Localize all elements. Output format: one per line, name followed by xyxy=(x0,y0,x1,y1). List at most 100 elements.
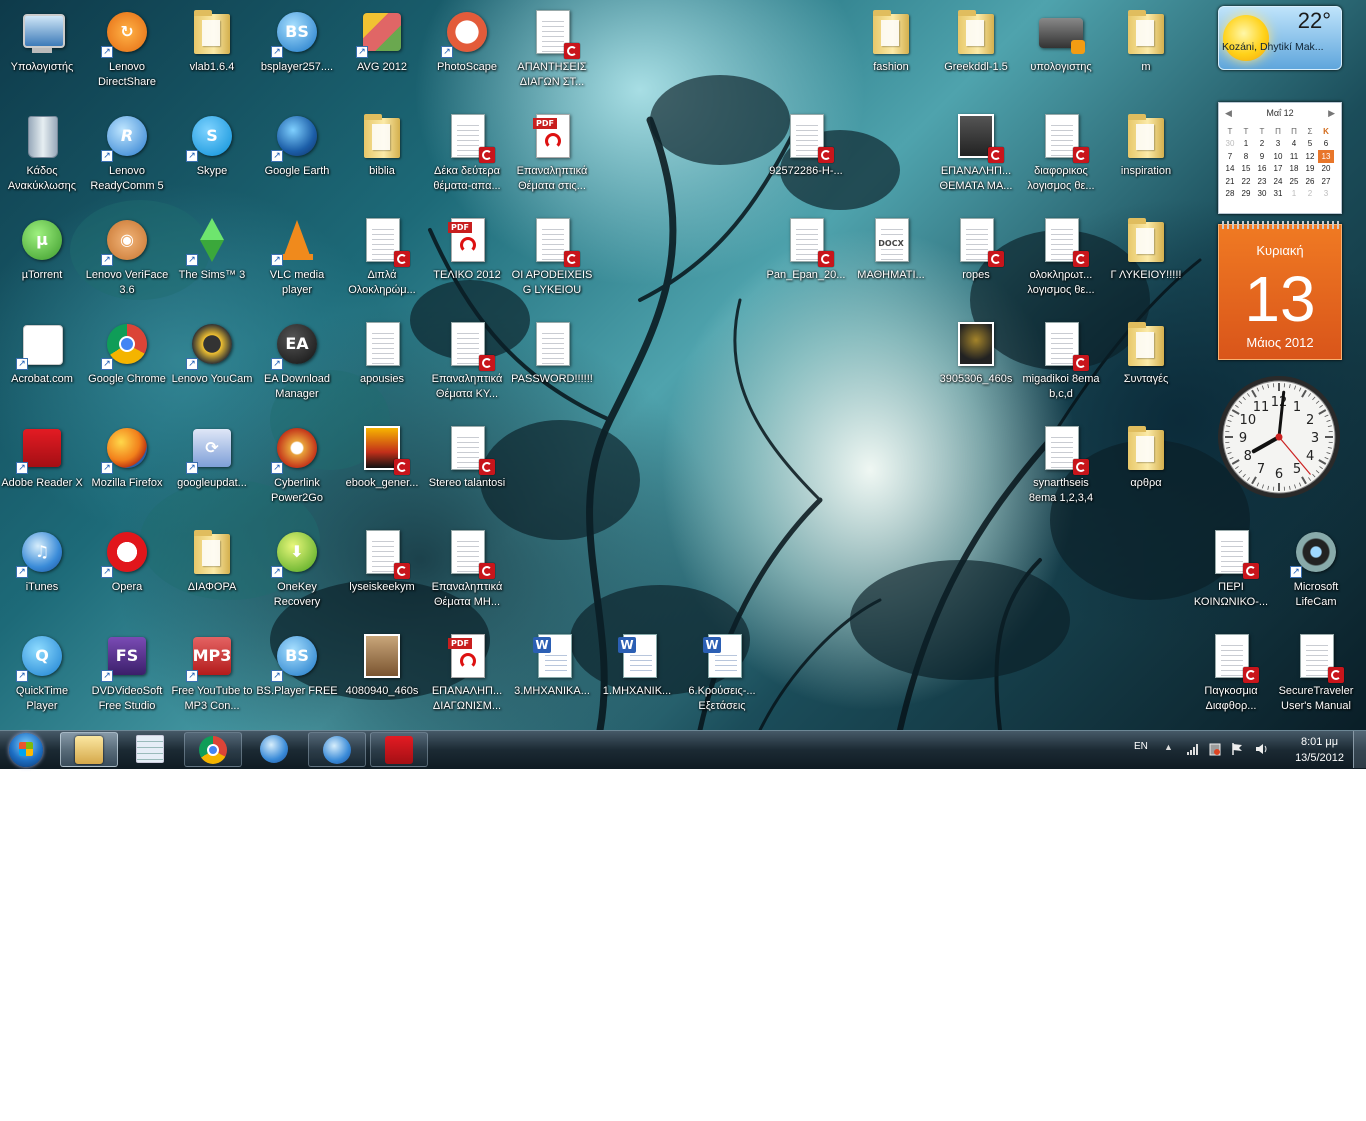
calendar-day-gadget[interactable]: Κυριακή 13 Μάιος 2012 xyxy=(1218,221,1342,360)
calendar-day[interactable]: 2 xyxy=(1254,138,1270,151)
show-desktop-button[interactable] xyxy=(1353,731,1366,768)
desktop-icon[interactable]: BS ↗ BS.Player FREE xyxy=(255,632,339,699)
desktop-icon[interactable]: FS ↗ DVDVideoSoft Free Studio xyxy=(85,632,169,714)
next-month-arrow-icon[interactable]: ▶ xyxy=(1328,108,1335,119)
calendar-day[interactable]: 13 xyxy=(1318,150,1334,163)
desktop-icon[interactable]: ↗ Lenovo YouCam xyxy=(170,320,254,387)
weather-gadget[interactable]: 22° Kozáni, Dhytikí Mak... xyxy=(1218,6,1342,70)
start-button[interactable] xyxy=(4,732,48,768)
calendar-day[interactable]: 26 xyxy=(1302,175,1318,188)
desktop-icon[interactable]: inspiration xyxy=(1104,112,1188,179)
action-center-flag-icon[interactable] xyxy=(1230,742,1244,756)
desktop-icon[interactable]: Υπολογιστής xyxy=(0,8,84,75)
desktop-icon[interactable]: Stereo talantosi xyxy=(425,424,509,491)
calendar-day[interactable]: 18 xyxy=(1286,163,1302,176)
calendar-day[interactable]: 15 xyxy=(1238,163,1254,176)
desktop-icon[interactable]: ΠΕΡΙ ΚΟΙΝΩΝΙΚΟ-... xyxy=(1189,528,1273,610)
calendar-day[interactable]: 9 xyxy=(1254,150,1270,163)
desktop-icon[interactable]: SecureTraveler User's Manual xyxy=(1274,632,1358,714)
desktop-icon[interactable]: Επαναληπτικά Θέματα στις... xyxy=(510,112,594,194)
desktop-icon[interactable]: ΕΠΑΝΑΛΗΠ... ΘΕΜΑΤΑ ΜΑ... xyxy=(934,112,1018,194)
desktop-icon[interactable]: ↗ VLC media player xyxy=(255,216,339,298)
calendar-day[interactable]: 27 xyxy=(1318,175,1334,188)
taskbar-button-calculator[interactable] xyxy=(122,732,180,767)
desktop-icon[interactable]: ropes xyxy=(934,216,1018,283)
desktop-icon[interactable]: Επαναληπτικά Θέματα ΜΗ... xyxy=(425,528,509,610)
desktop-icon[interactable]: lyseiskeekym xyxy=(340,528,424,595)
desktop-icon[interactable]: ↻ ↗ Lenovo DirectShare xyxy=(85,8,169,90)
desktop-icon[interactable]: ebook_gener... xyxy=(340,424,424,491)
desktop-icon[interactable]: ολοκληρωτ... λογισμος θε... xyxy=(1019,216,1103,298)
desktop-icon[interactable]: 1.ΜΗΧΑΝΙΚ... xyxy=(595,632,679,699)
desktop-icon[interactable]: Q ↗ QuickTime Player xyxy=(0,632,84,714)
calendar-month-gadget[interactable]: ◀ Μαΐ 12 ▶ Τ Τ Τ Π Π Σ Κ 30 1 2 3 4 5 6 7 8 9 10 11 12 13 14 1… xyxy=(1218,102,1342,214)
desktop-icon[interactable]: OI APODEIXEIS G LYKEIOU xyxy=(510,216,594,298)
taskbar-clock[interactable]: 8:01 μμ 13/5/2012 xyxy=(1295,734,1344,766)
desktop-icon[interactable]: Κάδος Ανακύκλωσης xyxy=(0,112,84,194)
calendar-day[interactable]: 10 xyxy=(1270,150,1286,163)
calendar-day[interactable]: 28 xyxy=(1222,188,1238,201)
desktop-icon[interactable]: m xyxy=(1104,8,1188,75)
calendar-day[interactable]: 17 xyxy=(1270,163,1286,176)
calendar-day[interactable]: 2 xyxy=(1302,188,1318,201)
desktop-icon[interactable]: fashion xyxy=(849,8,933,75)
desktop-icon[interactable]: ↗ Google Chrome xyxy=(85,320,169,387)
desktop-icon[interactable]: PASSWORD!!!!!! xyxy=(510,320,594,387)
desktop-icon[interactable]: 6.Κρούσεις-... Εξετάσεις xyxy=(680,632,764,714)
desktop-icon[interactable]: Συνταγές xyxy=(1104,320,1188,387)
desktop-icon[interactable]: Pan_Epan_20... xyxy=(764,216,848,283)
calendar-day[interactable]: 22 xyxy=(1238,175,1254,188)
desktop-icon[interactable]: Γ ΛΥΚΕΙΟΥ!!!!! xyxy=(1104,216,1188,283)
desktop-icon[interactable]: ⬇ ↗ OneKey Recovery xyxy=(255,528,339,610)
clock-gadget[interactable]: 12 12 3 45678 9 1011 xyxy=(1216,374,1342,500)
calendar-day[interactable]: 20 xyxy=(1318,163,1334,176)
desktop-icon[interactable]: ↗ Adobe Reader X xyxy=(0,424,84,491)
calendar-day[interactable]: 30 xyxy=(1222,138,1238,151)
calendar-day[interactable]: 1 xyxy=(1238,138,1254,151)
desktop-icon[interactable]: MP3 ↗ Free YouTube to MP3 Con... xyxy=(170,632,254,714)
desktop-icon[interactable]: ♫ ↗ iTunes xyxy=(0,528,84,595)
desktop-icon[interactable]: ↗ Microsoft LifeCam xyxy=(1274,528,1358,610)
desktop-icon[interactable]: DOCX ΜΑΘΗΜΑΤΙ... xyxy=(849,216,933,283)
desktop-icon[interactable]: Παγκοσμια Διαφθορ... xyxy=(1189,632,1273,714)
calendar-day[interactable]: 8 xyxy=(1238,150,1254,163)
calendar-day[interactable]: 3 xyxy=(1270,138,1286,151)
desktop-icon[interactable]: ↗ Google Earth xyxy=(255,112,339,179)
network-signal-icon[interactable] xyxy=(1186,742,1200,756)
desktop-icon[interactable]: ΤΕΛΙΚΟ 2012 xyxy=(425,216,509,283)
battery-power-icon[interactable] xyxy=(1208,742,1222,756)
taskbar-button-adobe-reader[interactable] xyxy=(370,732,428,767)
calendar-day[interactable]: 14 xyxy=(1222,163,1238,176)
taskbar-button-chrome[interactable] xyxy=(184,732,242,767)
desktop-icon[interactable]: biblia xyxy=(340,112,424,179)
desktop-icon[interactable]: apousies xyxy=(340,320,424,387)
taskbar-button-itunes-2[interactable] xyxy=(308,732,366,767)
desktop-icon[interactable]: ↗ Cyberlink Power2Go xyxy=(255,424,339,506)
desktop-icon[interactable]: vlab1.6.4 xyxy=(170,8,254,75)
taskbar-button-explorer[interactable] xyxy=(60,732,118,767)
calendar-day[interactable]: 31 xyxy=(1270,188,1286,201)
desktop-icon[interactable]: ↗ Opera xyxy=(85,528,169,595)
desktop-icon[interactable]: ΕΠΑΝΑΛΗΠ... ΔΙΑΓΩΝΙΣΜ... xyxy=(425,632,509,714)
desktop-icon[interactable]: διαφορικος λογισμος θε... xyxy=(1019,112,1103,194)
calendar-day[interactable]: 7 xyxy=(1222,150,1238,163)
calendar-day[interactable]: 3 xyxy=(1318,188,1334,201)
calendar-day[interactable]: 24 xyxy=(1270,175,1286,188)
desktop-icon[interactable]: 3905306_460s xyxy=(934,320,1018,387)
volume-speaker-icon[interactable] xyxy=(1254,742,1268,756)
calendar-day[interactable]: 23 xyxy=(1254,175,1270,188)
desktop-icon[interactable]: EA ↗ EA Download Manager xyxy=(255,320,339,402)
calendar-day[interactable]: 19 xyxy=(1302,163,1318,176)
desktop-icon[interactable]: ΔΙΑΦΟΡΑ xyxy=(170,528,254,595)
calendar-day[interactable]: 25 xyxy=(1286,175,1302,188)
taskbar-button-itunes[interactable] xyxy=(246,732,304,767)
desktop-icon[interactable]: 3.ΜΗΧΑΝΙΚΑ... xyxy=(510,632,594,699)
calendar-day[interactable]: 4 xyxy=(1286,138,1302,151)
desktop-icon[interactable]: Επαναληπτικά Θέματα ΚΥ... xyxy=(425,320,509,402)
desktop-icon[interactable]: ⟳ ↗ googleupdat... xyxy=(170,424,254,491)
calendar-day[interactable]: 21 xyxy=(1222,175,1238,188)
calendar-day[interactable]: 1 xyxy=(1286,188,1302,201)
desktop-icon[interactable]: ↗ Acrobat.com xyxy=(0,320,84,387)
language-indicator[interactable]: EN xyxy=(1134,741,1148,752)
desktop-icon[interactable]: BS ↗ bsplayer257.... xyxy=(255,8,339,75)
